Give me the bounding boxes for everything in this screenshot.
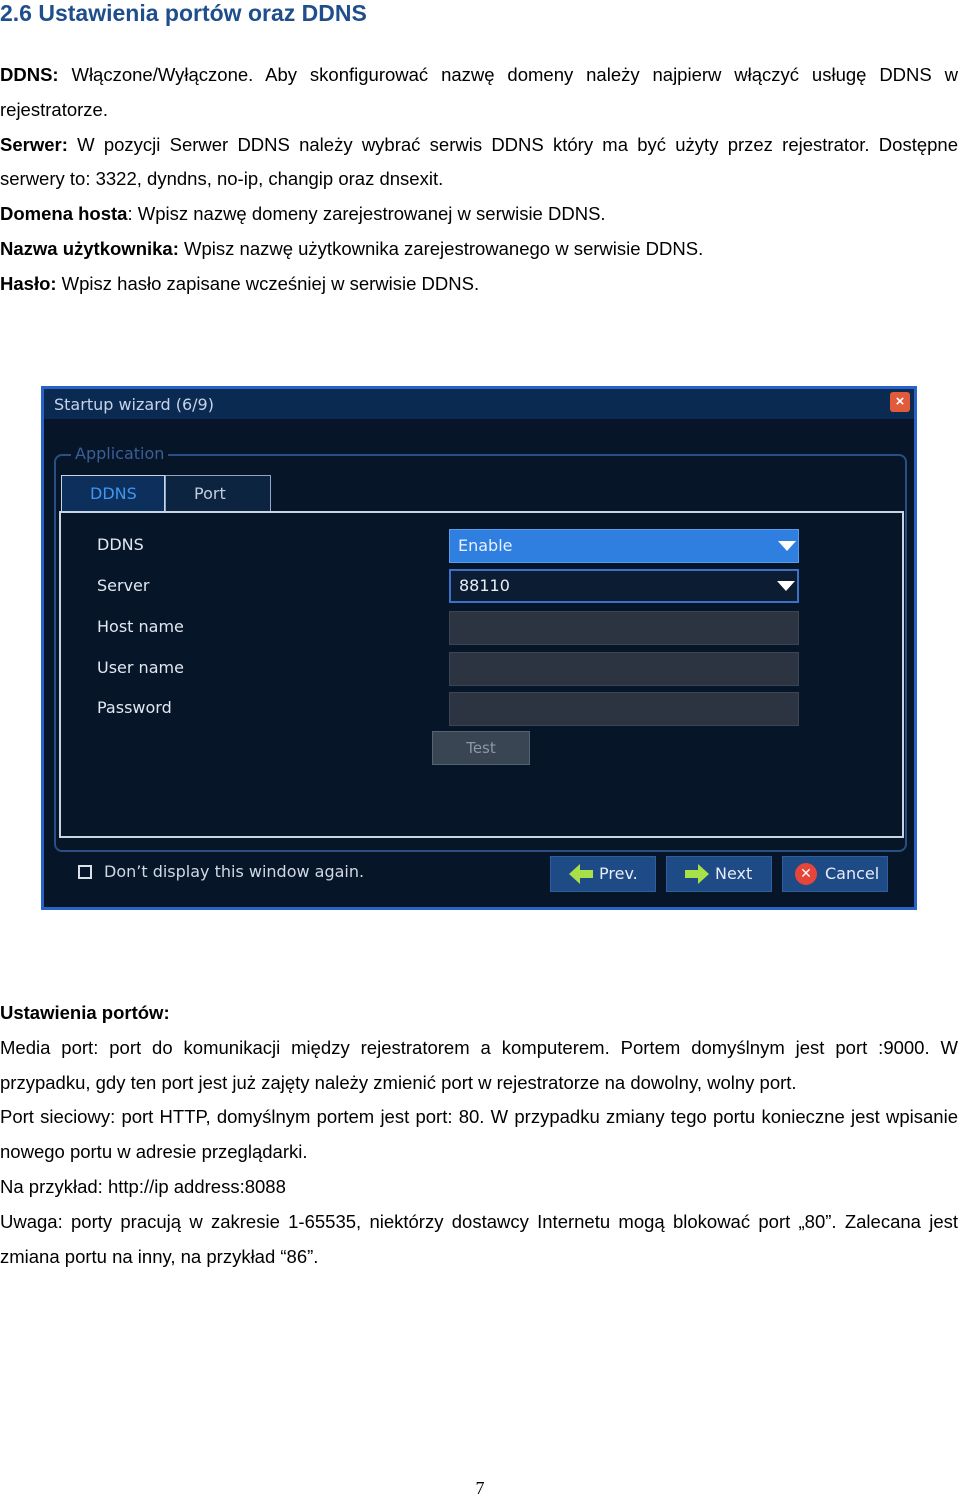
server-select[interactable]: 88110: [449, 569, 799, 603]
ddns-description: DDNS: Włączone/Wyłączone. Aby skonfiguro…: [0, 64, 958, 120]
prev-button[interactable]: Prev.: [550, 856, 656, 892]
media-port-text: Media port: port do komunikacji między r…: [0, 1036, 958, 1093]
close-button[interactable]: ×: [890, 392, 910, 412]
next-label: Next: [715, 864, 753, 883]
prev-label: Prev.: [599, 864, 638, 883]
intro-text: DDNS: Włączone/Wyłączone. Aby skonfiguro…: [0, 58, 958, 302]
user-label: User name: [97, 658, 184, 677]
host-name-input[interactable]: [449, 611, 799, 645]
cancel-label: Cancel: [825, 864, 880, 883]
group-label: Application: [71, 444, 169, 463]
tab-ddns[interactable]: DDNS: [61, 475, 165, 513]
user-description: Nazwa użytkownika: Wpisz nazwę użytkowni…: [0, 237, 704, 259]
arrow-right-icon: [685, 864, 709, 884]
cancel-button[interactable]: ✕ Cancel: [782, 856, 888, 892]
cancel-icon: ✕: [795, 863, 817, 885]
ddns-panel: DDNS Enable Server 88110 Host name User …: [59, 511, 904, 838]
password-label: Password: [97, 698, 172, 717]
dialog-title-bar: Startup wizard (6/9) ×: [44, 389, 914, 419]
chevron-down-icon: [778, 541, 796, 551]
tab-port[interactable]: Port: [165, 475, 271, 513]
warning-text: Uwaga: porty pracują w zakresie 1-65535,…: [0, 1210, 958, 1267]
ports-section: Ustawienia portów: Media port: port do k…: [0, 996, 958, 1274]
dialog-title: Startup wizard (6/9): [54, 395, 214, 414]
arrow-left-icon: [569, 864, 593, 884]
test-button[interactable]: Test: [432, 731, 530, 765]
dont-show-label: Don’t display this window again.: [104, 862, 365, 881]
dont-show-checkbox[interactable]: [78, 865, 92, 879]
section-heading: 2.6 Ustawienia portów oraz DDNS: [0, 0, 367, 26]
ddns-select-value: Enable: [458, 536, 513, 555]
ddns-label: DDNS: [97, 535, 144, 554]
server-select-value: 88110: [459, 576, 510, 595]
chevron-down-icon: [777, 581, 795, 591]
host-label: Host name: [97, 617, 184, 636]
server-label: Server: [97, 576, 150, 595]
server-description: Serwer: W pozycji Serwer DDNS należy wyb…: [0, 133, 958, 190]
user-name-input[interactable]: [449, 652, 799, 686]
startup-wizard-dialog: Startup wizard (6/9) × Application DDNS …: [41, 386, 917, 910]
http-port-text: Port sieciowy: port HTTP, domyślnym port…: [0, 1106, 958, 1163]
next-button[interactable]: Next: [666, 856, 772, 892]
ports-title: Ustawienia portów:: [0, 1002, 170, 1023]
example-text: Na przykład: http://ip address:8088: [0, 1175, 286, 1197]
password-input[interactable]: [449, 692, 799, 726]
host-description: Domena hosta: Wpisz nazwę domeny zarejes…: [0, 203, 606, 225]
page-number: 7: [475, 1478, 485, 1498]
password-description: Hasło: Wpisz hasło zapisane wcześniej w …: [0, 272, 480, 294]
ddns-select[interactable]: Enable: [449, 529, 799, 563]
